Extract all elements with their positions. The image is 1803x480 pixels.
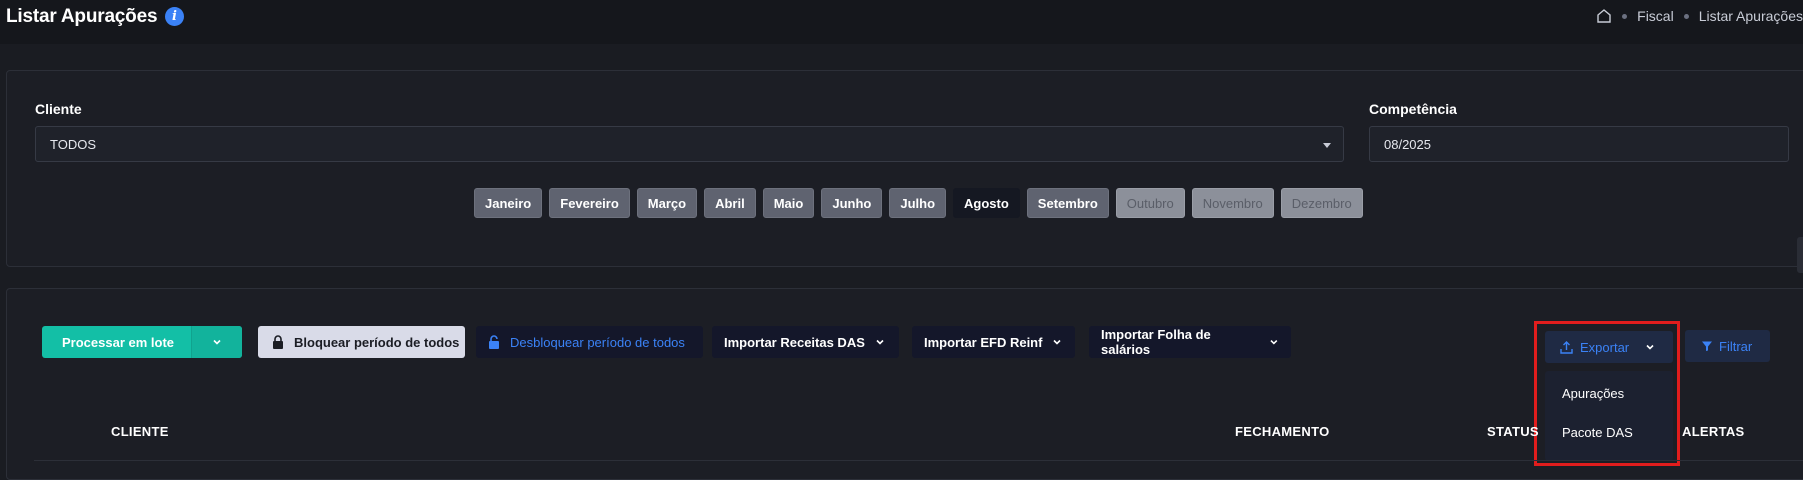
chevron-down-icon [1270,339,1278,345]
page-title: Listar Apurações [6,6,158,27]
processar-dropdown-toggle[interactable] [191,326,242,358]
chevron-down-icon [213,339,221,345]
importar-folha-salarios-label: Importar Folha de salários [1101,327,1211,357]
column-header-alertas[interactable]: ALERTAS [1682,424,1745,439]
breadcrumb-separator [1622,13,1628,19]
filter-icon [1702,341,1712,351]
unlock-icon [489,334,499,349]
exportar-button[interactable]: Exportar [1545,331,1673,363]
menu-item-pacote-das[interactable]: Pacote DAS [1562,425,1633,440]
month-dezembro[interactable]: Dezembro [1280,188,1363,218]
competencia-input[interactable]: 08/2025 [1369,126,1789,162]
month-abril[interactable]: Abril [704,188,756,218]
desbloquear-periodo-button[interactable]: Desbloquear período de todos [476,326,703,358]
exportar-label: Exportar [1580,339,1630,355]
importar-efd-reinf-label: Importar EFD Reinf [924,334,1043,350]
table-divider [34,460,1803,461]
bloquear-periodo-button[interactable]: Bloquear período de todos [258,326,465,358]
month-marco[interactable]: Março [636,188,698,218]
desbloquear-periodo-label: Desbloquear período de todos [510,334,685,350]
lock-icon [273,334,283,349]
chevron-down-icon [1646,344,1654,350]
month-agosto[interactable]: Agosto [953,188,1020,218]
export-dropdown-menu: Apurações Pacote DAS [1545,371,1673,461]
column-header-status[interactable]: STATUS [1487,424,1539,439]
importar-efd-reinf-button[interactable]: Importar EFD Reinf [912,326,1075,358]
column-header-fechamento[interactable]: FECHAMENTO [1235,424,1329,439]
breadcrumb-separator [1683,13,1689,19]
bloquear-periodo-label: Bloquear período de todos [294,334,460,350]
month-setembro[interactable]: Setembro [1026,188,1109,218]
month-fevereiro[interactable]: Fevereiro [549,188,630,218]
month-maio[interactable]: Maio [762,188,815,218]
importar-receitas-das-label: Importar Receitas DAS [724,334,865,350]
importar-receitas-das-button[interactable]: Importar Receitas DAS [712,326,899,358]
month-outubro[interactable]: Outubro [1115,188,1185,218]
competencia-value: 08/2025 [1384,136,1431,152]
chevron-down-icon [1053,339,1062,345]
cliente-select-value: TODOS [50,136,96,152]
cliente-label: Cliente [35,101,82,117]
info-icon[interactable]: i [165,7,184,26]
menu-item-apuracoes[interactable]: Apurações [1562,386,1624,401]
home-icon[interactable] [1596,8,1612,24]
competencia-label: Competência [1369,101,1457,117]
caret-down-icon [1323,143,1331,148]
chevron-down-icon [876,339,884,345]
side-drawer-handle[interactable] [1797,237,1803,273]
filtrar-label: Filtrar [1719,338,1753,354]
breadcrumb-fiscal[interactable]: Fiscal [1637,8,1674,24]
month-selector: Janeiro Fevereiro Março Abril Maio Junho… [474,188,1363,218]
month-junho[interactable]: Junho [821,188,883,218]
column-header-cliente[interactable]: CLIENTE [111,424,169,439]
cliente-select[interactable]: TODOS [35,126,1344,162]
processar-em-lote-label: Processar em lote [62,334,175,350]
filtrar-button[interactable]: Filtrar [1685,330,1770,362]
month-novembro[interactable]: Novembro [1191,188,1274,218]
importar-folha-salarios-button[interactable]: Importar Folha de salários [1089,326,1291,358]
top-bar: Listar Apurações i Fiscal Listar Apuraçõ… [0,0,1803,44]
month-julho[interactable]: Julho [889,188,947,218]
upload-icon [1560,340,1573,354]
month-janeiro[interactable]: Janeiro [474,188,543,218]
filters-card [6,70,1803,267]
breadcrumb: Fiscal Listar Apurações [1596,8,1803,24]
processar-em-lote-button[interactable]: Processar em lote [42,326,242,358]
breadcrumb-listar-apuracoes: Listar Apurações [1698,8,1803,24]
